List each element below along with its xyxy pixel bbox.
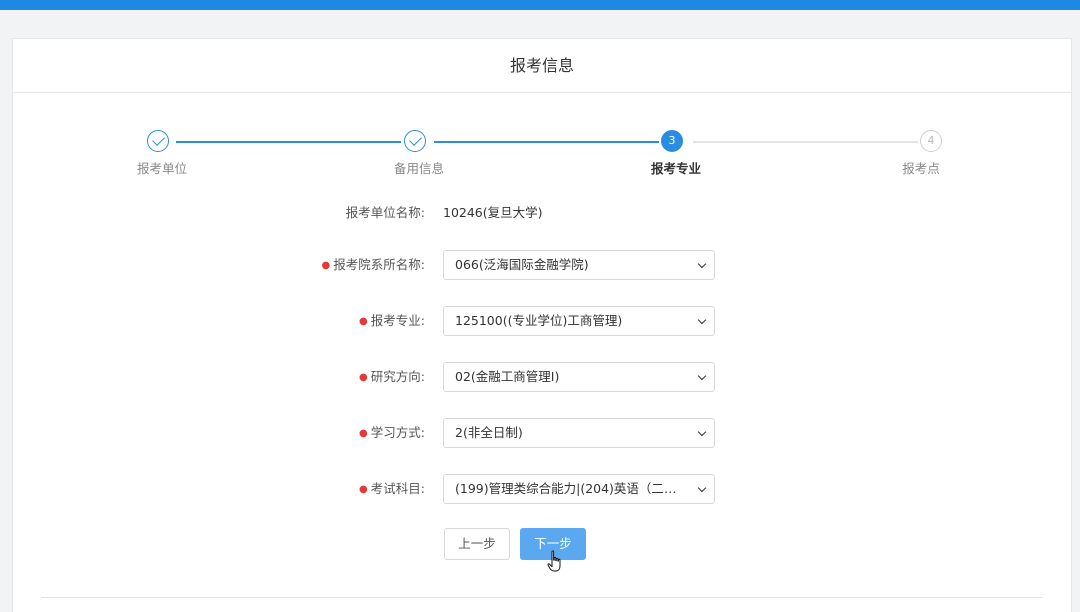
top-bar (0, 0, 1080, 10)
step-4-label: 报考点 (902, 161, 940, 176)
step-3-number: 3 (661, 130, 683, 152)
direction-row: ● 研究方向: 02(金融工商管理I) (13, 362, 1071, 392)
exam-subjects-label-text: 考试科目: (370, 481, 425, 496)
exam-subjects-select-value: (199)管理类综合能力|(204)英语（二）|(-... (455, 481, 702, 496)
step-2-check-icon (404, 130, 426, 152)
hand-cursor-icon (547, 550, 561, 572)
direction-label: ● 研究方向: (359, 362, 425, 392)
department-select-value: 066(泛海国际金融学院) (455, 257, 589, 272)
study-mode-label-text: 学习方式: (370, 425, 425, 440)
chevron-down-icon (697, 259, 707, 269)
major-row: ● 报考专业: 125100((专业学位)工商管理) (13, 306, 1071, 336)
bottom-divider (41, 597, 1043, 598)
step-1-check-icon (147, 130, 169, 152)
direction-select-value: 02(金融工商管理I) (455, 369, 560, 384)
major-select-value: 125100((专业学位)工商管理) (455, 313, 623, 328)
department-row: ● 报考院系所名称: 066(泛海国际金融学院) (13, 250, 1071, 280)
unit-value: 10246(复旦大学) (443, 205, 543, 220)
major-label-text: 报考专业: (370, 313, 425, 328)
major-label: ● 报考专业: (359, 306, 425, 336)
step-2-label: 备用信息 (393, 161, 444, 176)
exam-subjects-row: ● 考试科目: (199)管理类综合能力|(204)英语（二）|(-... (13, 474, 1071, 504)
major-select[interactable]: 125100((专业学位)工商管理) (443, 306, 715, 336)
direction-label-text: 研究方向: (370, 369, 425, 384)
study-mode-label: ● 学习方式: (359, 418, 425, 448)
study-mode-row: ● 学习方式: 2(非全日制) (13, 418, 1071, 448)
study-mode-select-value: 2(非全日制) (455, 425, 523, 440)
step-connector-2 (434, 141, 659, 143)
department-label-text: 报考院系所名称: (333, 257, 425, 272)
unit-label: 报考单位名称: (345, 205, 425, 220)
step-connector-3 (693, 141, 918, 143)
required-marker: ● (359, 428, 368, 439)
direction-select[interactable]: 02(金融工商管理I) (443, 362, 715, 392)
step-connector-1 (176, 141, 401, 143)
chevron-down-icon (697, 371, 707, 381)
unit-row: 报考单位名称: 10246(复旦大学) (13, 198, 1071, 228)
chevron-down-icon (697, 427, 707, 437)
step-3-label: 报考专业 (650, 161, 701, 176)
required-marker: ● (359, 372, 368, 383)
registration-panel: 报考信息 报考单位 备用信息 3 报考专业 4 报考点 报考单位名称: 1024… (12, 38, 1072, 612)
required-marker: ● (359, 484, 368, 495)
required-marker: ● (321, 260, 331, 271)
step-1-label: 报考单位 (136, 161, 187, 176)
required-marker: ● (359, 316, 368, 327)
panel-title: 报考信息 (13, 39, 1071, 93)
prev-step-button[interactable]: 上一步 (444, 528, 510, 560)
department-label: ● 报考院系所名称: (322, 250, 425, 280)
step-4-number: 4 (920, 130, 942, 152)
study-mode-select[interactable]: 2(非全日制) (443, 418, 715, 448)
department-select[interactable]: 066(泛海国际金融学院) (443, 250, 715, 280)
exam-subjects-select[interactable]: (199)管理类综合能力|(204)英语（二）|(-... (443, 474, 715, 504)
exam-subjects-label: ● 考试科目: (359, 474, 425, 504)
chevron-down-icon (697, 315, 707, 325)
